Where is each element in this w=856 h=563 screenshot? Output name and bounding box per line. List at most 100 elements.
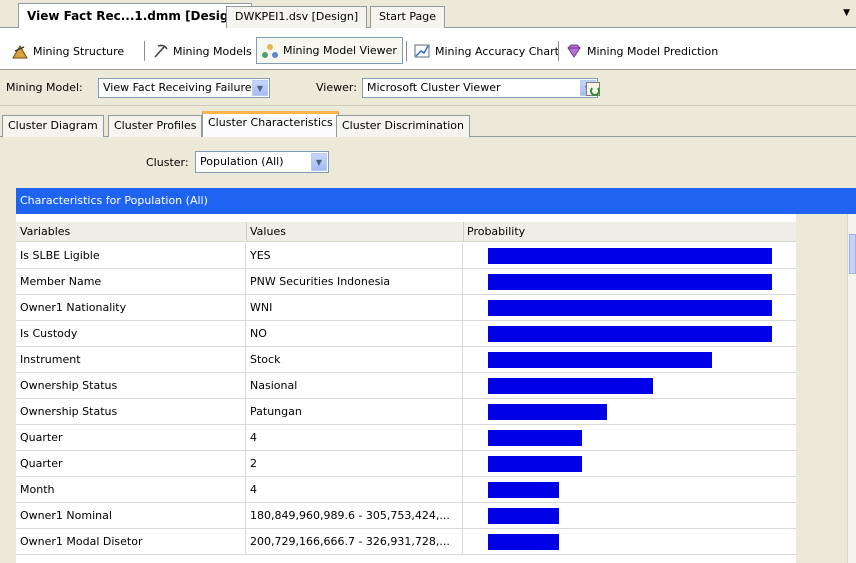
tab-label: Mining Structure xyxy=(33,44,125,58)
tab-label: Cluster Profiles xyxy=(114,119,197,132)
table-row[interactable]: Ownership Status Nasional xyxy=(16,373,796,399)
value-cell: PNW Securities Indonesia xyxy=(246,269,463,294)
mining-model-value: View Fact Receiving Failure1 xyxy=(103,81,259,94)
probability-bar xyxy=(488,430,582,446)
doc-tab-label: DWKPEI1.dsv [Design] xyxy=(235,10,359,23)
pickaxe-icon xyxy=(152,43,168,59)
table-row[interactable]: Owner1 Nationality WNI xyxy=(16,295,796,321)
doc-tab-label: View Fact Rec...1.dmm [Design] xyxy=(27,9,243,23)
probability-cell xyxy=(463,347,796,372)
model-viewer-icon xyxy=(262,43,278,59)
mining-model-toolbar: Mining Model: View Fact Receiving Failur… xyxy=(0,70,856,106)
probability-cell xyxy=(463,425,796,450)
doc-tab-dmm-design[interactable]: View Fact Rec...1.dmm [Design] xyxy=(18,3,252,29)
value-cell: 4 xyxy=(246,425,463,450)
tab-mining-accuracy-chart[interactable]: Mining Accuracy Chart xyxy=(410,40,563,62)
chevron-down-icon[interactable]: ▼ xyxy=(311,153,327,171)
diamond-icon xyxy=(566,43,582,59)
probability-cell xyxy=(463,373,796,398)
viewer-tab-strip: Cluster Diagram Cluster Profiles Cluster… xyxy=(0,109,856,138)
designer-tab-bar: Mining Structure Mining Models Mining Mo… xyxy=(0,28,856,70)
tab-label: Cluster Characteristics xyxy=(208,116,333,129)
tab-mining-structure[interactable]: Mining Structure xyxy=(8,40,128,62)
doc-tab-start-page[interactable]: Start Page xyxy=(370,6,445,28)
table-row[interactable]: Instrument Stock xyxy=(16,347,796,373)
column-header-row xyxy=(16,222,796,242)
accuracy-chart-icon xyxy=(414,43,430,59)
probability-bar xyxy=(488,508,559,524)
probability-bar xyxy=(488,404,607,420)
tab-label: Mining Model Viewer xyxy=(283,44,397,57)
mining-model-select[interactable]: View Fact Receiving Failure1 ▼ xyxy=(98,78,270,98)
column-header-probability[interactable]: Probability xyxy=(467,225,525,241)
tab-separator xyxy=(558,41,559,61)
variable-cell: Instrument xyxy=(16,347,246,372)
probability-cell xyxy=(463,321,796,346)
value-cell: 200,729,166,666.7 - 326,931,728,... xyxy=(246,529,463,554)
characteristics-title-text: Characteristics for Population (All) xyxy=(20,194,208,207)
probability-cell xyxy=(463,477,796,502)
doc-tab-label: Start Page xyxy=(379,10,436,23)
tab-label: Mining Model Prediction xyxy=(587,44,719,58)
table-row[interactable]: Owner1 Nominal 180,849,960,989.6 - 305,75… xyxy=(16,503,796,529)
variable-cell: Ownership Status xyxy=(16,373,246,398)
table-row[interactable]: Ownership Status Patungan xyxy=(16,399,796,425)
mining-structure-icon xyxy=(12,43,28,59)
viewer-label: Viewer: xyxy=(316,81,357,94)
column-header-values[interactable]: Values xyxy=(250,225,286,241)
probability-bar xyxy=(488,378,653,394)
tab-cluster-characteristics[interactable]: Cluster Characteristics xyxy=(202,111,339,138)
column-divider[interactable] xyxy=(463,222,464,242)
value-cell: 2 xyxy=(246,451,463,476)
table-row[interactable]: Month 4 xyxy=(16,477,796,503)
value-cell: NO xyxy=(246,321,463,346)
mining-model-label: Mining Model: xyxy=(6,81,83,94)
chevron-down-icon[interactable]: ▼ xyxy=(252,80,268,96)
table-row[interactable]: Is SLBE Ligible YES xyxy=(16,243,796,269)
column-divider[interactable] xyxy=(246,222,247,242)
vertical-scrollbar[interactable] xyxy=(847,214,856,563)
tab-mining-model-viewer[interactable]: Mining Model Viewer xyxy=(256,37,403,64)
tab-cluster-profiles[interactable]: Cluster Profiles xyxy=(108,115,203,137)
tab-mining-models[interactable]: Mining Models xyxy=(148,40,256,62)
tab-label: Mining Accuracy Chart xyxy=(435,44,559,58)
value-cell: Nasional xyxy=(246,373,463,398)
variable-cell: Quarter xyxy=(16,425,246,450)
refresh-icon[interactable] xyxy=(586,82,600,96)
cluster-select[interactable]: Population (All) ▼ xyxy=(195,151,329,173)
table-row[interactable]: Is Custody NO xyxy=(16,321,796,347)
probability-bar xyxy=(488,326,772,342)
value-cell: 4 xyxy=(246,477,463,502)
table-row[interactable]: Quarter 2 xyxy=(16,451,796,477)
probability-cell xyxy=(463,503,796,528)
variable-cell: Quarter xyxy=(16,451,246,476)
variable-cell: Is SLBE Ligible xyxy=(16,243,246,268)
table-row[interactable]: Member Name PNW Securities Indonesia xyxy=(16,269,796,295)
probability-bar xyxy=(488,300,772,316)
probability-cell xyxy=(463,451,796,476)
variable-cell: Owner1 Nationality xyxy=(16,295,246,320)
probability-cell xyxy=(463,399,796,424)
tab-cluster-diagram[interactable]: Cluster Diagram xyxy=(2,115,104,137)
cluster-label: Cluster: xyxy=(146,156,189,169)
table-row[interactable]: Quarter 4 xyxy=(16,425,796,451)
tab-mining-model-prediction[interactable]: Mining Model Prediction xyxy=(562,40,722,62)
characteristics-grid: Variables Values Probability Is SLBE Lig… xyxy=(16,214,796,563)
probability-bar xyxy=(488,456,582,472)
scrollbar-thumb[interactable] xyxy=(849,234,856,274)
table-row[interactable]: Owner1 Modal Disetor 200,729,166,666.7 - … xyxy=(16,529,796,555)
document-tab-strip: View Fact Rec...1.dmm [Design] DWKPEI1.d… xyxy=(0,0,856,29)
column-header-variables[interactable]: Variables xyxy=(20,225,70,241)
value-cell: Patungan xyxy=(246,399,463,424)
tab-cluster-discrimination[interactable]: Cluster Discrimination xyxy=(336,115,470,137)
viewer-select[interactable]: Microsoft Cluster Viewer ▼ xyxy=(362,78,598,98)
tab-label: Mining Models xyxy=(173,44,252,58)
tab-list-dropdown-icon[interactable]: ▼ xyxy=(843,8,850,18)
probability-cell xyxy=(463,243,796,268)
doc-tab-dsv-design[interactable]: DWKPEI1.dsv [Design] xyxy=(226,6,368,28)
variable-cell: Owner1 Modal Disetor xyxy=(16,529,246,554)
probability-cell xyxy=(463,529,796,554)
value-cell: Stock xyxy=(246,347,463,372)
variable-cell: Member Name xyxy=(16,269,246,294)
cluster-value: Population (All) xyxy=(200,155,284,168)
